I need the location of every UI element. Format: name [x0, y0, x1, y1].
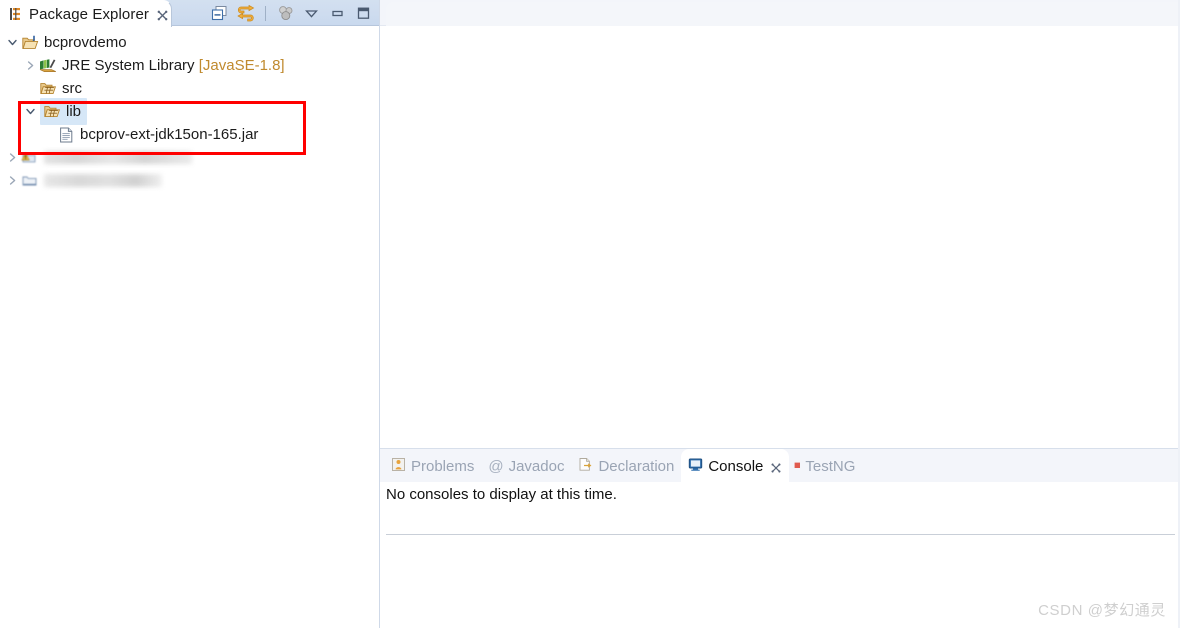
jre-library-icon — [38, 54, 58, 77]
declaration-icon — [578, 457, 593, 476]
tab-javadoc[interactable]: @ Javadoc — [481, 449, 571, 483]
jar-file-icon — [56, 123, 76, 146]
chevron-down-icon[interactable] — [4, 31, 20, 54]
redacted-label — [44, 151, 192, 164]
tab-label: Javadoc — [508, 457, 565, 475]
tab-label: Package Explorer — [29, 5, 149, 23]
jre-library-version: [JavaSE-1.8] — [198, 57, 285, 74]
bottom-tabbar: Problems @ Javadoc Declaration Console T… — [380, 448, 1180, 483]
console-divider — [386, 534, 1175, 535]
tree-item-project[interactable]: bcprovdemo — [0, 31, 379, 54]
tab-package-explorer[interactable]: Package Explorer — [0, 0, 172, 27]
package-explorer-tree[interactable]: bcprovdemo JRE System Library [JavaSE-1.… — [0, 27, 379, 628]
view-menu-button[interactable] — [302, 4, 321, 23]
console-empty-message: No consoles to display at this time. — [386, 486, 617, 503]
tree-item-label: lib — [66, 103, 82, 120]
bottom-tabs: Problems @ Javadoc Declaration Console T… — [384, 449, 862, 483]
editor-area[interactable] — [379, 0, 1180, 448]
warning-decorated-icon — [20, 146, 40, 169]
java-project-icon — [20, 31, 40, 54]
close-icon[interactable] — [770, 461, 782, 473]
watermark-text: CSDN @梦幻通灵 — [1038, 602, 1166, 619]
tree-item-lib[interactable]: lib — [0, 98, 379, 125]
tab-console[interactable]: Console — [681, 449, 790, 483]
tree-item-label: bcprov-ext-jdk15on-165.jar — [80, 126, 259, 143]
tree-item-label: src — [62, 80, 82, 97]
tab-label: TestNG — [805, 457, 856, 475]
tree-item-jre-system-library[interactable]: JRE System Library [JavaSE-1.8] — [0, 54, 379, 77]
tree-item-jar[interactable]: bcprov-ext-jdk15on-165.jar — [0, 123, 379, 146]
focus-on-active-task-button[interactable] — [276, 4, 295, 23]
tree-item-label: bcprovdemo — [44, 34, 127, 51]
link-with-editor-button[interactable] — [236, 4, 255, 23]
editor-canvas[interactable] — [380, 27, 1180, 448]
tab-problems[interactable]: Problems — [384, 449, 481, 483]
eclipse-workbench-window: Package Explorer bcprovdemo JRE System L… — [0, 0, 1180, 628]
source-folder-icon — [42, 100, 62, 123]
close-icon[interactable] — [156, 9, 169, 22]
toolbar-separator — [265, 5, 266, 21]
package-explorer-view: Package Explorer bcprovdemo JRE System L… — [0, 0, 379, 628]
project-icon — [20, 169, 40, 192]
source-folder-icon — [38, 77, 58, 100]
problems-icon — [391, 457, 406, 476]
javadoc-icon: @ — [488, 457, 504, 475]
chevron-right-icon[interactable] — [4, 169, 20, 192]
view-toolbar — [210, 0, 373, 26]
collapse-all-button[interactable] — [210, 4, 229, 23]
tab-label: Console — [708, 457, 764, 475]
tab-label: Declaration — [598, 457, 675, 475]
maximize-button[interactable] — [354, 4, 373, 23]
package-explorer-icon — [6, 3, 24, 26]
tree-item-redacted[interactable] — [0, 146, 379, 169]
tree-item-label: JRE System Library [JavaSE-1.8] — [62, 57, 285, 74]
testng-icon — [793, 458, 803, 475]
tree-item-redacted[interactable] — [0, 169, 379, 192]
right-region: Problems @ Javadoc Declaration Console T… — [379, 0, 1180, 628]
jre-library-name: JRE System Library — [62, 57, 195, 74]
minimize-button[interactable] — [328, 4, 347, 23]
chevron-right-icon[interactable] — [22, 54, 38, 77]
chevron-down-icon[interactable] — [22, 100, 38, 123]
tab-testng[interactable]: TestNG — [789, 449, 862, 483]
editor-tabstrip — [380, 0, 1180, 26]
tab-declaration[interactable]: Declaration — [571, 449, 681, 483]
chevron-right-icon[interactable] — [4, 146, 20, 169]
redacted-label — [44, 174, 162, 187]
tree-item-src[interactable]: src — [0, 77, 379, 100]
console-icon — [688, 457, 703, 476]
tab-label: Problems — [411, 457, 475, 475]
